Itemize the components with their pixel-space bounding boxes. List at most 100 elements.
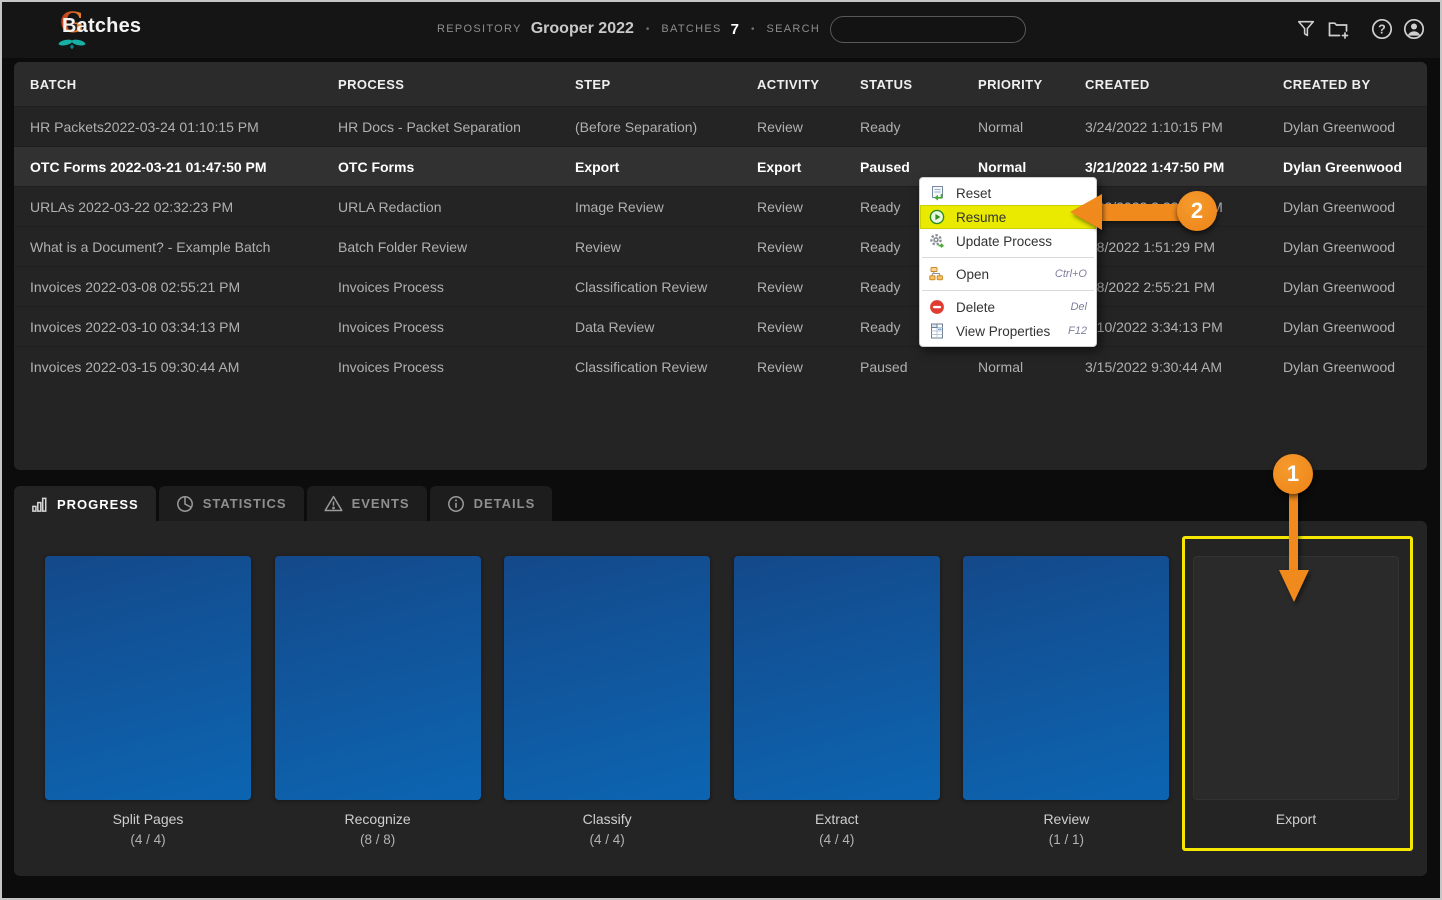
cell-process: Invoices Process [338, 318, 444, 335]
table-row[interactable]: What is a Document? - Example Batch Batch… [14, 226, 1427, 266]
cell-priority: Normal [978, 118, 1024, 135]
tab-label: STATISTICS [202, 496, 287, 511]
delete-icon [929, 299, 946, 315]
annotation-arrow-1-shaft [1289, 490, 1298, 572]
progress-card-name: Extract [815, 811, 859, 827]
user-icon[interactable] [1402, 17, 1426, 41]
cell-activity: Review [757, 318, 803, 335]
menu-item-delete[interactable]: Delete Del [920, 295, 1096, 319]
menu-item-label: Resume [956, 209, 1007, 225]
separator-dot: • [751, 23, 755, 35]
column-header-status[interactable]: STATUS [860, 77, 978, 92]
table-row[interactable]: HR Packets2022-03-24 01:10:15 PM HR Docs … [14, 106, 1427, 146]
cell-created: 3/10/2022 3:34:13 PM [1085, 318, 1223, 335]
tab-statistics[interactable]: STATISTICS [158, 486, 304, 521]
cell-status: Paused [860, 158, 910, 175]
column-header-created-by[interactable]: CREATED BY [1283, 77, 1427, 92]
progress-card-thumbnail[interactable] [274, 556, 481, 800]
menu-item-shortcut: Ctrl+O [1054, 268, 1087, 280]
cell-step: (Before Separation) [575, 118, 698, 135]
progress-card-extract: Extract (4 / 4) [733, 556, 940, 847]
cell-activity: Review [757, 238, 803, 255]
progress-card-count: (4 / 4) [130, 832, 166, 847]
cell-priority: Normal [978, 158, 1027, 175]
cell-process: URLA Redaction [338, 198, 442, 215]
cell-process: Batch Folder Review [338, 238, 468, 255]
progress-card-classify: Classify (4 / 4) [504, 556, 711, 847]
batches-screen: G Batches REPOSITORY Grooper 2022 • BATC… [0, 0, 1442, 900]
batches-count: 7 [730, 20, 739, 38]
table-row-selected[interactable]: OTC Forms 2022-03-21 01:47:50 PM OTC Form… [14, 146, 1427, 186]
table-header-row: BATCH PROCESS STEP ACTIVITY STATUS PRIORITY CR… [14, 62, 1427, 106]
progress-card-split-pages: Split Pages (4 / 4) [45, 556, 251, 847]
menu-item-label: Reset [956, 185, 992, 201]
progress-card-review: Review (1 / 1) [963, 556, 1170, 847]
column-header-step[interactable]: STEP [575, 77, 757, 92]
column-header-priority[interactable]: PRIORITY [978, 77, 1085, 92]
progress-panel: Split Pages (4 / 4) Recognize (8 / 8) Classi… [14, 521, 1427, 876]
progress-card-thumbnail[interactable] [504, 556, 711, 800]
annotation-badge-1: 1 [1273, 454, 1313, 494]
menu-item-view-properties[interactable]: View Properties F12 [920, 319, 1096, 343]
cell-created-by: Dylan Greenwood [1283, 198, 1396, 215]
column-header-created[interactable]: CREATED [1085, 77, 1283, 92]
menu-separator [922, 257, 1094, 258]
resume-icon [929, 209, 946, 225]
help-icon[interactable]: ? [1370, 17, 1394, 41]
grooper-leaf-ornament [58, 39, 86, 50]
cell-created-by: Dylan Greenwood [1283, 118, 1396, 135]
pie-chart-icon [176, 495, 194, 513]
progress-card-thumbnail[interactable] [45, 556, 251, 800]
progress-card-name: Export [1275, 811, 1317, 827]
table-row[interactable]: Invoices 2022-03-15 09:30:44 AM Invoices … [14, 346, 1427, 386]
progress-card-count: (8 / 8) [359, 832, 396, 847]
tab-progress[interactable]: PROGRESS [14, 486, 156, 522]
info-icon [447, 495, 465, 513]
cell-created-by: Dylan Greenwood [1283, 158, 1403, 175]
new-folder-icon[interactable] [1326, 17, 1350, 41]
progress-card-count: (4 / 4) [819, 832, 855, 847]
progress-card-name: Classify [582, 811, 632, 827]
cell-created: 3/8/2022 1:51:29 PM [1085, 238, 1215, 255]
column-header-activity[interactable]: ACTIVITY [757, 77, 860, 92]
search-label: SEARCH [766, 23, 821, 35]
cell-batch: HR Packets2022-03-24 01:10:15 PM [30, 118, 259, 135]
menu-item-open[interactable]: Open Ctrl+O [920, 262, 1096, 286]
open-icon [929, 266, 946, 282]
cell-step: Classification Review [575, 278, 708, 295]
progress-card-count: (4 / 4) [589, 832, 625, 847]
annotation-arrow-1-head [1279, 570, 1309, 602]
svg-text:?: ? [1378, 22, 1386, 36]
annotation-badge-2: 2 [1177, 191, 1217, 231]
table-row[interactable]: Invoices 2022-03-08 02:55:21 PM Invoices … [14, 266, 1427, 306]
cell-created-by: Dylan Greenwood [1283, 278, 1396, 295]
menu-item-shortcut: F12 [1068, 325, 1087, 337]
menu-item-update-process[interactable]: Update Process [920, 229, 1096, 253]
cell-activity: Export [757, 158, 802, 175]
tab-details[interactable]: DETAILS [429, 486, 553, 521]
cell-activity: Review [757, 118, 803, 135]
table-row[interactable]: Invoices 2022-03-10 03:34:13 PM Invoices … [14, 306, 1427, 346]
cell-created-by: Dylan Greenwood [1283, 238, 1396, 255]
tab-events[interactable]: EVENTS [306, 486, 427, 521]
cell-batch: What is a Document? - Example Batch [30, 238, 271, 255]
progress-card-name: Recognize [344, 811, 411, 827]
progress-card-thumbnail[interactable] [963, 556, 1170, 800]
cell-step: Data Review [575, 318, 655, 335]
cell-created-by: Dylan Greenwood [1283, 318, 1396, 335]
cell-batch: OTC Forms 2022-03-21 01:47:50 PM [30, 158, 267, 175]
annotation-arrow-2-shaft [1100, 204, 1180, 221]
column-header-process[interactable]: PROCESS [338, 77, 575, 92]
column-header-batch[interactable]: BATCH [30, 77, 338, 92]
progress-card-thumbnail[interactable] [733, 556, 940, 800]
search-input[interactable] [830, 15, 1027, 43]
cell-created: 3/21/2022 1:47:50 PM [1085, 158, 1225, 175]
cell-step: Classification Review [575, 358, 708, 375]
cell-activity: Review [757, 198, 803, 215]
progress-card-count: (1 / 1) [1048, 832, 1085, 847]
cell-activity: Review [757, 358, 803, 375]
menu-item-label: View Properties [956, 323, 1051, 339]
cell-process: HR Docs - Packet Separation [338, 118, 521, 135]
filter-icon[interactable] [1294, 17, 1318, 41]
cell-created: 3/8/2022 2:55:21 PM [1085, 278, 1215, 295]
